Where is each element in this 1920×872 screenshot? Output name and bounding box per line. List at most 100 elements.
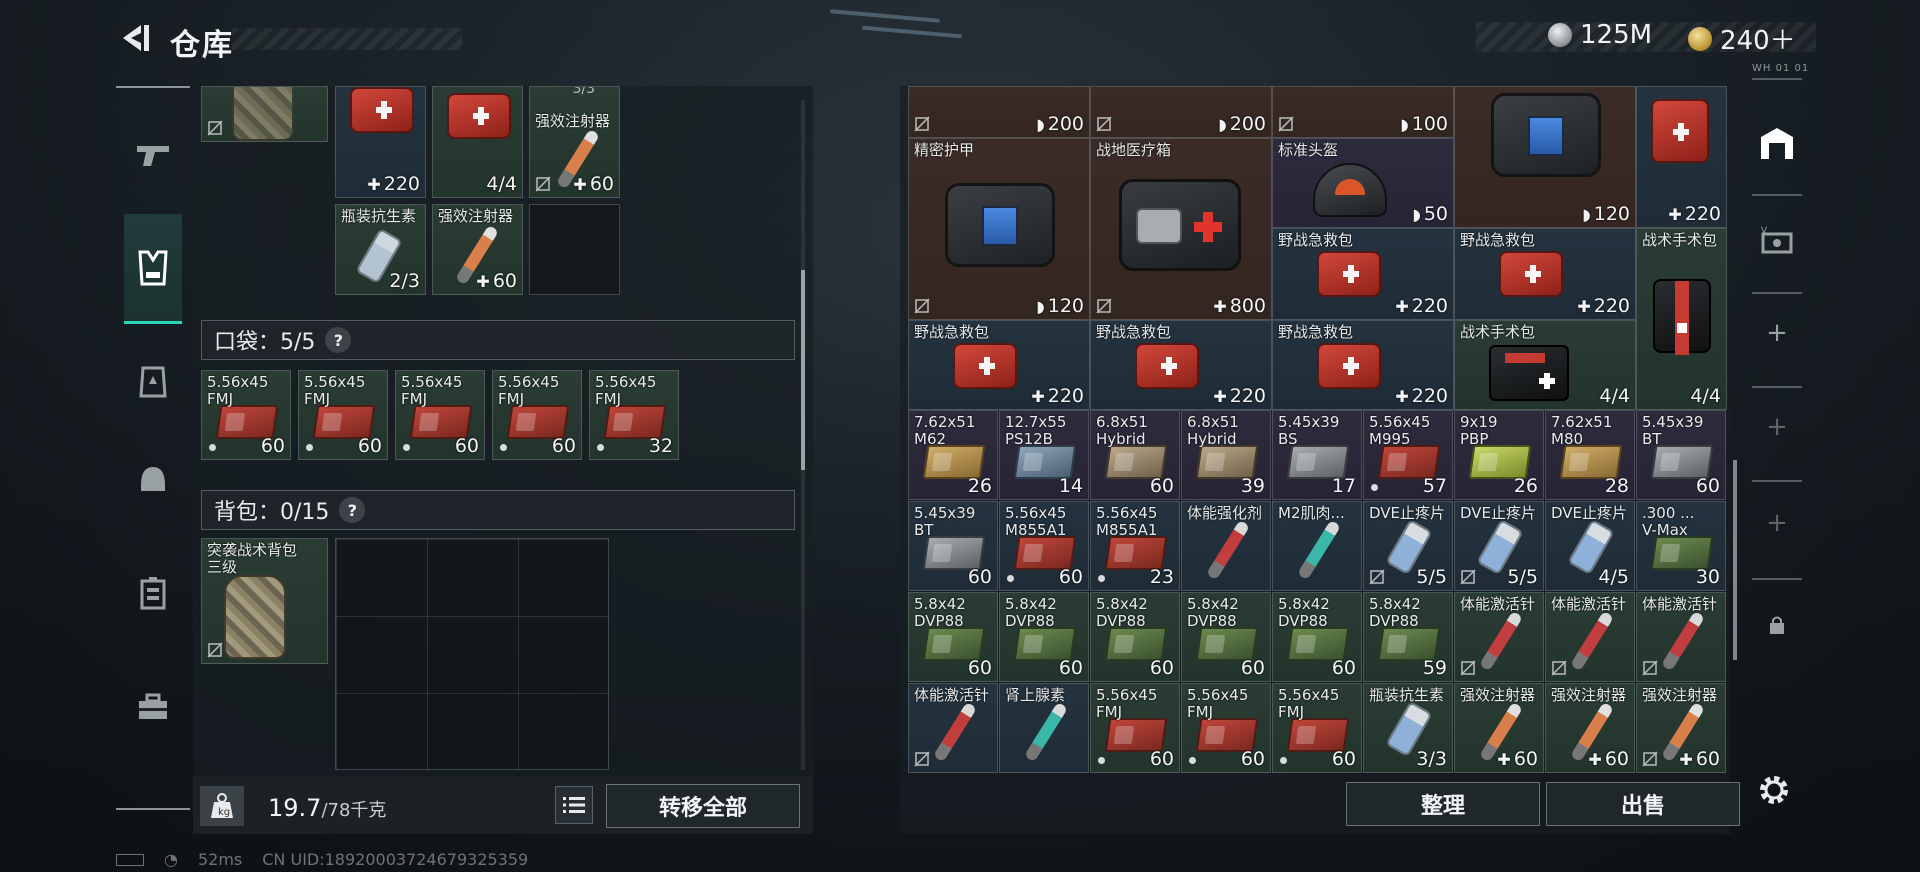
currency-gold[interactable]: 240＋ xyxy=(1688,20,1796,57)
stash-cell-armor-1[interactable]: 精密护甲 ◗ 120 xyxy=(908,138,1090,320)
item-cell[interactable]: 5.45x39 BS 17 xyxy=(1272,410,1362,500)
item-cell[interactable]: 5.56x45 FMJ 60 xyxy=(1090,683,1180,773)
stash-cell-armor-partial[interactable]: ◗ 200 xyxy=(908,86,1090,138)
item-count: 4/4 xyxy=(1690,385,1721,407)
stash-cell-armor-partial[interactable]: ◗ 200 xyxy=(1090,86,1272,138)
item-cell[interactable]: 7.62x51 M80 28 xyxy=(1545,410,1635,500)
item-cell[interactable]: 5.56x45 M855A1 23 xyxy=(1090,501,1180,591)
stash-cell-fak[interactable]: 野战急救包 ✚ 220 xyxy=(1272,320,1454,410)
tab-add-3[interactable]: + xyxy=(1752,498,1802,548)
loadout-scrollbar[interactable] xyxy=(801,270,805,470)
item-cell[interactable]: 强效注射器 ✚ 60 xyxy=(1454,683,1544,773)
item-name: 5.56x45 FMJ xyxy=(1096,686,1158,721)
item-cell[interactable]: 体能激活针 xyxy=(1454,592,1544,682)
stash-cell-helmet[interactable]: 标准头盔 ◗ 50 xyxy=(1272,138,1454,228)
item-cell[interactable]: 7.62x51 M62 26 xyxy=(908,410,998,500)
item-cell[interactable]: 肾上腺素 xyxy=(999,683,1089,773)
item-cell[interactable]: 6.8x51 Hybrid 39 xyxy=(1181,410,1271,500)
item-cell[interactable]: 5.45x39 BT 60 xyxy=(908,501,998,591)
backpack-grid[interactable] xyxy=(335,538,609,770)
item-cell[interactable]: M2肌肉... xyxy=(1272,501,1362,591)
backpack-slot[interactable]: 突袭战术背包 三级 xyxy=(201,538,328,664)
item-cell[interactable]: .300 ... V-Max 30 xyxy=(1636,501,1726,591)
item-cell[interactable]: 5.8x42 DVP88 60 xyxy=(999,592,1089,682)
nav-armor[interactable] xyxy=(124,352,182,410)
item-cell[interactable]: 5.56x45 FMJ 60 xyxy=(1272,683,1362,773)
stash-cell-fak[interactable]: 野战急救包 ✚ 220 xyxy=(1272,228,1454,320)
item-cell[interactable]: 5.8x42 DVP88 60 xyxy=(1272,592,1362,682)
item-cell[interactable]: 12.7x55 PS12B 14 xyxy=(999,410,1089,500)
item-cell[interactable]: 5.56x45 FMJ 60 xyxy=(395,370,485,460)
item-cell[interactable]: DVE止疼片 4/5 xyxy=(1545,501,1635,591)
currency-silver[interactable]: 125M xyxy=(1548,20,1652,50)
sort-button[interactable]: 整理 xyxy=(1346,782,1540,826)
item-cell[interactable]: 强效注射器 ✚ 60 xyxy=(1636,683,1726,773)
item-cell[interactable]: 5.56x45 M855A1 60 xyxy=(999,501,1089,591)
nav-vest[interactable] xyxy=(124,214,182,324)
item-cell[interactable]: 强效注射器 ✚ 60 xyxy=(1545,683,1635,773)
medkit-image xyxy=(1317,343,1381,389)
nav-chest-rig[interactable] xyxy=(124,564,182,622)
item-count xyxy=(1262,566,1265,588)
item-cell[interactable]: 5.8x42 DVP88 60 xyxy=(1090,592,1180,682)
back-button[interactable] xyxy=(112,18,156,58)
stash-cell-medical-box[interactable]: 战地医疗箱 ✚ 800 xyxy=(1090,138,1272,320)
settings-button[interactable] xyxy=(1752,768,1796,812)
tab-vault[interactable]: V xyxy=(1752,216,1802,266)
warehouse-icon xyxy=(1761,128,1793,159)
stash-cell-fak[interactable]: 野战急救包 ✚ 220 xyxy=(1090,320,1272,410)
item-cell[interactable]: 5.56x45 FMJ 60 xyxy=(492,370,582,460)
item-name: 5.56x45 FMJ xyxy=(498,373,560,408)
item-cell[interactable]: 体能激活针 xyxy=(1545,592,1635,682)
item-cell[interactable]: 体能强化剂 xyxy=(1181,501,1271,591)
tab-locked[interactable] xyxy=(1752,600,1802,650)
item-cell[interactable]: 5.8x42 DVP88 60 xyxy=(908,592,998,682)
item-cell[interactable]: 5.56x45 FMJ 60 xyxy=(298,370,388,460)
loadout-cell-antibiotic[interactable]: 瓶装抗生素 2/3 xyxy=(335,204,426,295)
stash-scrollbar[interactable] xyxy=(1733,460,1737,660)
backpack-help-button[interactable]: ? xyxy=(339,497,366,523)
item-cell[interactable]: 5.8x42 DVP88 59 xyxy=(1363,592,1453,682)
item-cell[interactable]: 9x19 PBP 26 xyxy=(1454,410,1544,500)
nav-toolbox[interactable] xyxy=(124,678,182,736)
item-cell[interactable]: DVE止疼片 5/5 xyxy=(1454,501,1544,591)
item-cell[interactable]: 5.45x39 BT 60 xyxy=(1636,410,1726,500)
item-cell[interactable]: 瓶装抗生素 3/3 xyxy=(1363,683,1453,773)
tab-warehouse[interactable] xyxy=(1752,118,1802,168)
item-cell[interactable]: 6.8x51 Hybrid 60 xyxy=(1090,410,1180,500)
item-cell[interactable]: DVE止疼片 5/5 xyxy=(1363,501,1453,591)
nav-helmet[interactable] xyxy=(124,450,182,508)
stash-cell-armor-2[interactable]: ◗ 120 xyxy=(1454,86,1636,228)
transfer-all-button[interactable]: 转移全部 xyxy=(606,784,800,828)
item-cell[interactable]: 体能激活针 xyxy=(908,683,998,773)
tab-add-1[interactable]: + xyxy=(1752,308,1802,358)
ammo-dot-icon xyxy=(1371,484,1378,491)
item-name: 突袭战术背包 三级 xyxy=(207,541,298,576)
item-name: 5.8x42 DVP88 xyxy=(1278,595,1330,630)
item-cell[interactable]: 体能激活针 xyxy=(1636,592,1726,682)
nav-weapon[interactable] xyxy=(124,126,182,184)
list-view-button[interactable] xyxy=(555,786,593,824)
ammo-box-image xyxy=(1013,445,1077,479)
syringe-image xyxy=(1660,610,1706,672)
stash-cell-surgical-kit[interactable]: 战术手术包 4/4 xyxy=(1636,228,1727,410)
item-cell[interactable]: 5.56x45 FMJ 32 xyxy=(589,370,679,460)
pocket-help-button[interactable]: ? xyxy=(325,327,352,353)
loadout-cell-surgkit[interactable]: 4/4 xyxy=(432,86,523,198)
stash-cell-medkit-top[interactable]: ✚ 220 xyxy=(1636,86,1727,228)
tab-add-2[interactable]: + xyxy=(1752,402,1802,452)
item-cell[interactable]: 5.56x45 M995 57 xyxy=(1363,410,1453,500)
loadout-cell-medkit[interactable]: ✚ 220 xyxy=(335,86,426,198)
loadout-cell-injector-2[interactable]: 强效注射器 ✚ 60 xyxy=(432,204,523,295)
stash-cell-fak[interactable]: 野战急救包 ✚ 220 xyxy=(908,320,1090,410)
loadout-cell-injector[interactable]: 3/3 强效注射器 ✚ 60 xyxy=(529,86,620,198)
stash-cell-fak[interactable]: 野战急救包 ✚ 220 xyxy=(1454,228,1636,320)
sell-button[interactable]: 出售 xyxy=(1546,782,1740,826)
item-cell[interactable]: 5.56x45 FMJ 60 xyxy=(1181,683,1271,773)
loadout-cell-rig[interactable] xyxy=(201,86,328,142)
item-cell[interactable]: 5.8x42 DVP88 60 xyxy=(1181,592,1271,682)
loadout-cell-empty[interactable] xyxy=(529,204,620,295)
stash-cell-surgical-kit[interactable]: 战术手术包 4/4 xyxy=(1454,320,1636,410)
stash-cell-armor-partial[interactable]: ◗ 100 xyxy=(1272,86,1454,138)
item-cell[interactable]: 5.56x45 FMJ 60 xyxy=(201,370,291,460)
